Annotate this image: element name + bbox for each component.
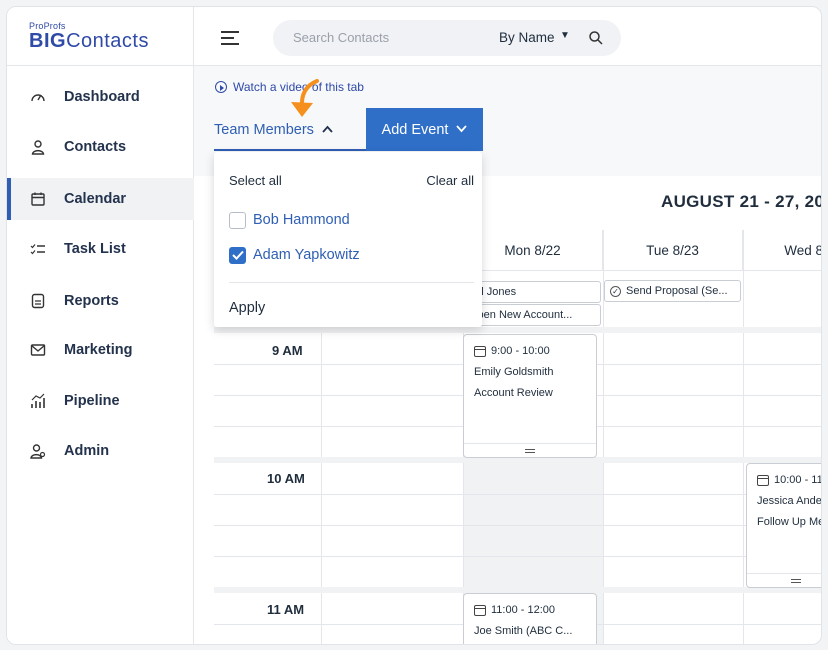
day-header-wed[interactable]: Wed 8/24 [743,230,821,270]
calendar-icon [474,604,486,616]
team-members-dropdown: Select all Clear all Bob Hammond Adam Ya… [214,152,482,327]
brand-name: BIGContacts [29,30,149,52]
week-range-title: AUGUST 21 - 27, 2022 [661,192,821,211]
sidebar-item-pipeline[interactable]: Pipeline [7,380,194,422]
event-card[interactable]: 9:00 - 10:00 Emily Goldsmith Account Rev… [463,334,597,458]
calendar-icon [29,190,47,208]
person-icon [29,138,47,156]
event-contact: Joe Smith (ABC C... [474,625,573,637]
search-bar: Search Contacts By Name ▼ [273,20,621,56]
time-label-10am: 10 AM [267,471,305,486]
brand-logo[interactable]: ProProfs BIGContacts [29,21,149,51]
search-icon[interactable] [587,29,605,47]
checklist-icon [29,240,47,258]
resize-handle[interactable] [464,443,596,457]
event-card[interactable]: 10:00 - 11:00 Jessica Anderson Follow Up… [746,463,822,588]
sidebar: ProProfs BIGContacts Dashboard Contacts … [7,7,194,644]
member-option[interactable]: Adam Yapkowitz [229,245,360,265]
divider [7,65,194,66]
sidebar-item-admin[interactable]: Admin [7,430,194,472]
day-header-mon[interactable]: Mon 8/22 [463,230,603,270]
sidebar-item-label: Contacts [64,139,127,155]
grid-line [214,525,821,526]
search-input[interactable]: Search Contacts [293,30,389,45]
sidebar-item-dashboard[interactable]: Dashboard [7,76,194,118]
select-all-link[interactable]: Select all [229,173,282,188]
time-label-11am: 11 AM [267,602,305,617]
checkbox[interactable] [229,211,246,229]
chevron-down-icon [456,124,468,136]
apply-button[interactable]: Apply [229,300,265,316]
grid-line [214,494,821,495]
divider [229,282,474,283]
checkbox-checked[interactable] [229,246,246,264]
sidebar-item-label: Pipeline [64,393,120,409]
add-event-label: Add Event [381,121,449,138]
calendar-icon [474,345,486,357]
play-icon [215,81,227,93]
sidebar-item-label: Admin [64,443,110,459]
event-contact: Emily Goldsmith [474,366,554,378]
time-label-9am: 9 AM [272,343,303,358]
clear-all-link[interactable]: Clear all [426,173,474,188]
sidebar-item-reports[interactable]: Reports [7,280,194,322]
sidebar-item-task-list[interactable]: Task List [7,228,194,270]
sidebar-item-label: Task List [64,241,126,257]
allday-task-label: Send Proposal (Se... [626,285,728,297]
team-members-label: Team Members [214,122,314,138]
sidebar-item-marketing[interactable]: Marketing [7,329,194,371]
grid-line [743,230,744,644]
mail-icon [29,341,47,359]
check-circle-icon: ✓ [610,285,621,297]
event-title: Follow Up Meeting [757,516,821,528]
sidebar-item-label: Reports [64,293,119,309]
sidebar-item-label: Calendar [64,191,127,207]
grid-line [214,556,821,557]
event-time: 9:00 - 10:00 [474,345,596,357]
day-header-tue[interactable]: Tue 8/23 [603,230,743,270]
checkmark-icon [231,250,244,260]
resize-handle[interactable] [747,573,821,587]
event-time: 11:00 - 12:00 [474,604,596,616]
event-card[interactable]: 11:00 - 12:00 Joe Smith (ABC C... [463,593,597,644]
sidebar-item-label: Marketing [64,342,133,358]
sidebar-item-contacts[interactable]: Contacts [7,126,194,168]
allday-event[interactable]: Open New Account... [463,304,601,326]
document-icon [29,292,47,310]
allday-task[interactable]: ✓ Send Proposal (Se... [604,280,741,302]
calendar-icon [757,474,769,486]
event-time: 10:00 - 11:00 [757,474,821,486]
event-contact: Jessica Anderson [757,495,822,507]
admin-icon [29,442,47,460]
chart-icon [29,392,47,410]
member-name: Bob Hammond [253,212,350,228]
allday-event-label: Open New Account... [469,309,573,321]
event-title: Account Review [474,387,553,399]
member-name: Adam Yapkowitz [253,247,360,263]
sidebar-item-calendar[interactable]: Calendar [7,178,194,220]
chevron-up-icon [322,124,333,136]
add-event-button[interactable]: Add Event [366,108,483,151]
app-window: ProProfs BIGContacts Dashboard Contacts … [6,6,822,645]
search-mode-select[interactable]: By Name [499,30,555,45]
team-members-toggle[interactable]: Team Members [214,111,367,151]
row-separator [214,327,821,333]
member-option[interactable]: Bob Hammond [229,210,350,230]
sidebar-item-label: Dashboard [64,89,140,105]
hamburger-menu-icon[interactable] [221,31,239,45]
allday-event[interactable]: Bill Jones [463,281,601,303]
gauge-icon [29,88,47,106]
caret-down-icon[interactable]: ▼ [560,30,570,41]
